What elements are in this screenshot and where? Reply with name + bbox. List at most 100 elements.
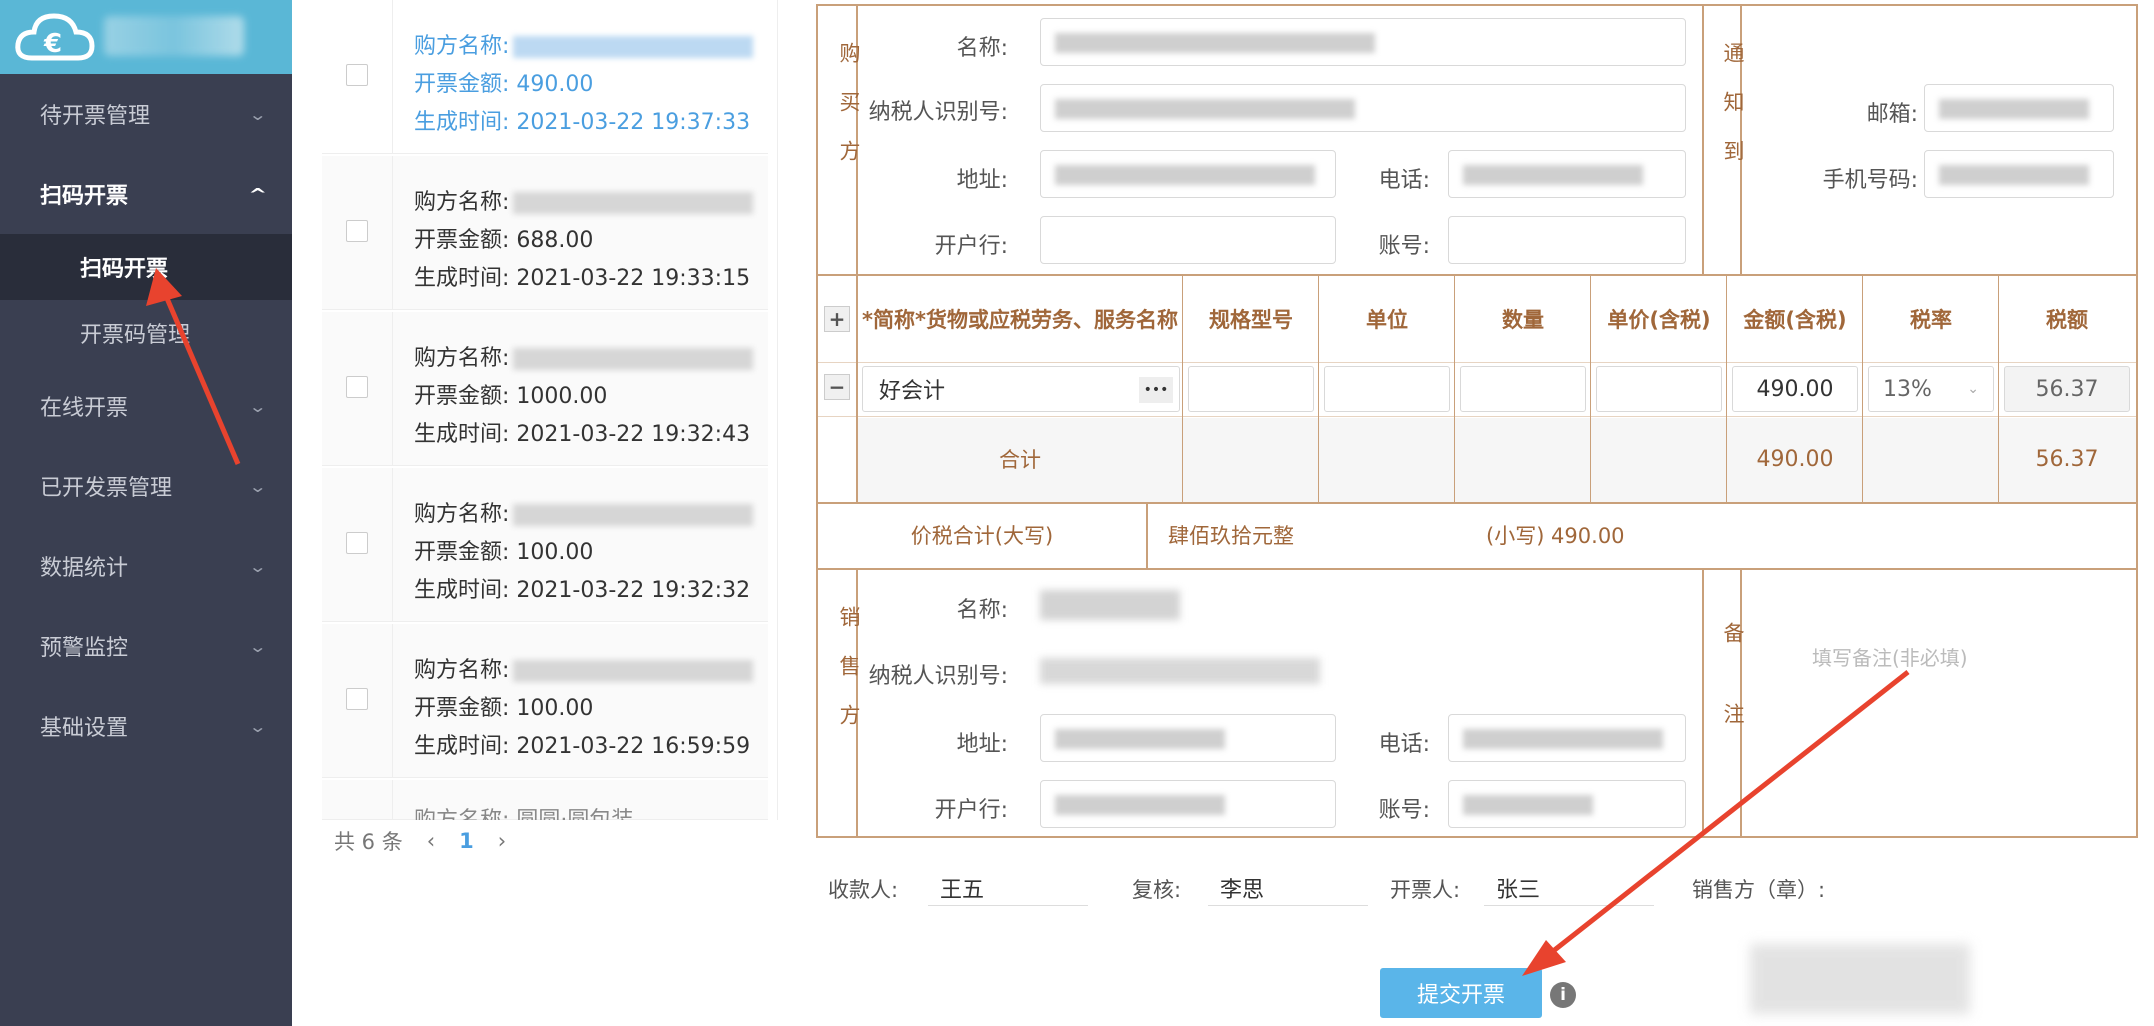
seller-name-blurred bbox=[1040, 590, 1180, 620]
buyer-name: 购方名称: bbox=[414, 652, 754, 684]
divider bbox=[818, 274, 2136, 276]
list-item[interactable]: 购方名称: 圆圆·圆包装 bbox=[322, 780, 768, 820]
seller-account-label: 账号: bbox=[1378, 798, 1430, 823]
row-checkbox[interactable] bbox=[346, 532, 368, 554]
sidebar-item-online-invoice[interactable]: 在线开票 ⌄ bbox=[0, 366, 292, 446]
amount-input[interactable]: 490.00 bbox=[1732, 366, 1858, 412]
issuer-input[interactable]: 张三 bbox=[1484, 872, 1654, 906]
tax-rate-select[interactable]: 13% ⌄ bbox=[1868, 366, 1994, 412]
chevron-down-icon: ⌄ bbox=[247, 476, 267, 496]
row-checkbox[interactable] bbox=[346, 64, 368, 86]
total-amount: 490.00 bbox=[1756, 447, 1834, 472]
reviewer-input[interactable]: 李思 bbox=[1208, 872, 1368, 906]
created-time: 生成时间: 2021-03-22 19:32:43 bbox=[414, 422, 751, 447]
table-column-divider bbox=[1590, 276, 1591, 502]
grand-total-label: 价税合计(大写) bbox=[910, 524, 1054, 548]
sidebar-item-basic-settings[interactable]: 基础设置 ⌄ bbox=[0, 686, 292, 766]
add-row-button[interactable]: + bbox=[824, 306, 850, 332]
notify-mobile-input[interactable] bbox=[1924, 150, 2114, 198]
next-page-icon[interactable]: › bbox=[498, 829, 506, 853]
table-column-divider bbox=[1726, 276, 1727, 502]
row-checkbox[interactable] bbox=[346, 688, 368, 710]
divider bbox=[392, 0, 393, 153]
created-time: 生成时间: 2021-03-22 19:32:32 bbox=[414, 578, 751, 603]
unit-input[interactable] bbox=[1324, 366, 1450, 412]
seller-account-input[interactable] bbox=[1448, 780, 1686, 828]
divider bbox=[818, 416, 2136, 417]
buyer-phone-input[interactable] bbox=[1448, 150, 1686, 198]
sidebar-item-scan-invoice[interactable]: 扫码开票 ^ bbox=[0, 154, 292, 234]
seller-section-label: 销售方 bbox=[837, 606, 861, 753]
col-header-tax-rate: 税率 bbox=[1910, 308, 1952, 332]
table-column-divider bbox=[1182, 276, 1183, 502]
sidebar-subitem-code-management[interactable]: 开票码管理 bbox=[0, 300, 292, 366]
seller-tax-id-label: 纳税人识别号: bbox=[868, 664, 1008, 689]
list-item[interactable]: 购方名称: 开票金额: 100.00 生成时间: 2021-03-22 16:5… bbox=[322, 624, 768, 778]
seller-phone-input[interactable] bbox=[1448, 714, 1686, 762]
row-checkbox[interactable] bbox=[346, 376, 368, 398]
created-time: 生成时间: 2021-03-22 19:33:15 bbox=[414, 266, 751, 291]
buyer-address-input[interactable] bbox=[1040, 150, 1336, 198]
sidebar-item-issued-invoices[interactable]: 已开发票管理 ⌄ bbox=[0, 446, 292, 526]
sidebar-item-label: 预警监控 bbox=[40, 636, 129, 661]
prev-page-icon[interactable]: ‹ bbox=[427, 829, 435, 853]
table-column-divider bbox=[1862, 276, 1863, 502]
divider bbox=[392, 780, 393, 819]
remark-section-label: 备注 bbox=[1721, 622, 1745, 784]
list-item[interactable]: 购方名称: 开票金额: 688.00 生成时间: 2021-03-22 19:3… bbox=[322, 156, 768, 310]
seller-tax-id-blurred bbox=[1040, 658, 1320, 684]
notify-email-label: 邮箱: bbox=[1866, 102, 1918, 127]
buyer-tax-id-input[interactable] bbox=[1040, 84, 1686, 132]
seller-address-input[interactable] bbox=[1040, 714, 1336, 762]
buyer-name: 购方名称: bbox=[414, 496, 754, 528]
seller-address-label: 地址: bbox=[956, 732, 1008, 757]
submit-invoice-button[interactable]: 提交开票 bbox=[1380, 968, 1542, 1018]
divider bbox=[818, 362, 2136, 363]
sidebar-subitem-scan-invoice[interactable]: 扫码开票 bbox=[0, 234, 292, 300]
col-header-item-name: *简称*货物或应税劳务、服务名称 bbox=[862, 308, 1178, 332]
sidebar-item-statistics[interactable]: 数据统计 ⌄ bbox=[0, 526, 292, 606]
notify-mobile-label: 手机号码: bbox=[1822, 168, 1918, 193]
seller-seal-blurred bbox=[1750, 944, 1970, 1014]
grand-total-lower: (小写) 490.00 bbox=[1486, 524, 1625, 548]
seller-seal-label: 销售方（章）: bbox=[1692, 878, 1826, 902]
notify-email-input[interactable] bbox=[1924, 84, 2114, 132]
list-item[interactable]: 购方名称: 开票金额: 100.00 生成时间: 2021-03-22 19:3… bbox=[322, 468, 768, 622]
table-column-divider bbox=[856, 276, 858, 502]
info-icon[interactable]: i bbox=[1550, 982, 1576, 1008]
buyer-account-label: 账号: bbox=[1378, 234, 1430, 259]
tax-amount-field: 56.37 bbox=[2004, 366, 2130, 412]
pagination: 共 6 条 ‹ 1 › bbox=[334, 826, 506, 856]
seller-bank-input[interactable] bbox=[1040, 780, 1336, 828]
chevron-down-icon: ⌄ bbox=[247, 396, 267, 416]
spec-input[interactable] bbox=[1188, 366, 1314, 412]
buyer-name-label: 名称: bbox=[956, 36, 1008, 61]
created-time: 生成时间: 2021-03-22 16:59:59 bbox=[414, 734, 751, 759]
sidebar-item-pending-invoices[interactable]: 待开票管理 ⌄ bbox=[0, 74, 292, 154]
created-time: 生成时间: 2021-03-22 19:37:33 bbox=[414, 110, 751, 135]
buyer-address-label: 地址: bbox=[956, 168, 1008, 193]
more-icon[interactable]: ••• bbox=[1139, 377, 1173, 403]
remove-row-button[interactable]: − bbox=[824, 374, 850, 400]
list-item[interactable]: 购方名称: 开票金额: 1000.00 生成时间: 2021-03-22 19:… bbox=[322, 312, 768, 466]
buyer-account-input[interactable] bbox=[1448, 216, 1686, 264]
remark-textarea[interactable]: 填写备注(非必填) bbox=[1742, 572, 2136, 838]
list-item[interactable]: 购方名称: 开票金额: 490.00 生成时间: 2021-03-22 19:3… bbox=[322, 0, 768, 154]
sidebar-item-warning-monitor[interactable]: 预警监控 ⌄ bbox=[0, 606, 292, 686]
sidebar-item-label: 扫码开票 bbox=[40, 184, 129, 209]
page-1[interactable]: 1 bbox=[459, 829, 474, 853]
item-name-input[interactable]: 好会计 ••• bbox=[862, 366, 1180, 412]
buyer-name: 购方名称: bbox=[414, 184, 754, 216]
chevron-down-icon: ⌄ bbox=[247, 104, 267, 124]
buyer-name-input[interactable] bbox=[1040, 18, 1686, 66]
payee-input[interactable]: 王五 bbox=[928, 872, 1088, 906]
buyer-bank-input[interactable] bbox=[1040, 216, 1336, 264]
quantity-input[interactable] bbox=[1460, 366, 1586, 412]
unit-price-input[interactable] bbox=[1596, 366, 1722, 412]
col-header-tax: 税额 bbox=[2046, 308, 2088, 332]
divider bbox=[392, 468, 393, 621]
sidebar-item-label: 基础设置 bbox=[40, 716, 129, 741]
buyer-section-label: 购买方 bbox=[837, 42, 861, 189]
invoice-amount: 开票金额: 100.00 bbox=[414, 696, 594, 721]
row-checkbox[interactable] bbox=[346, 220, 368, 242]
